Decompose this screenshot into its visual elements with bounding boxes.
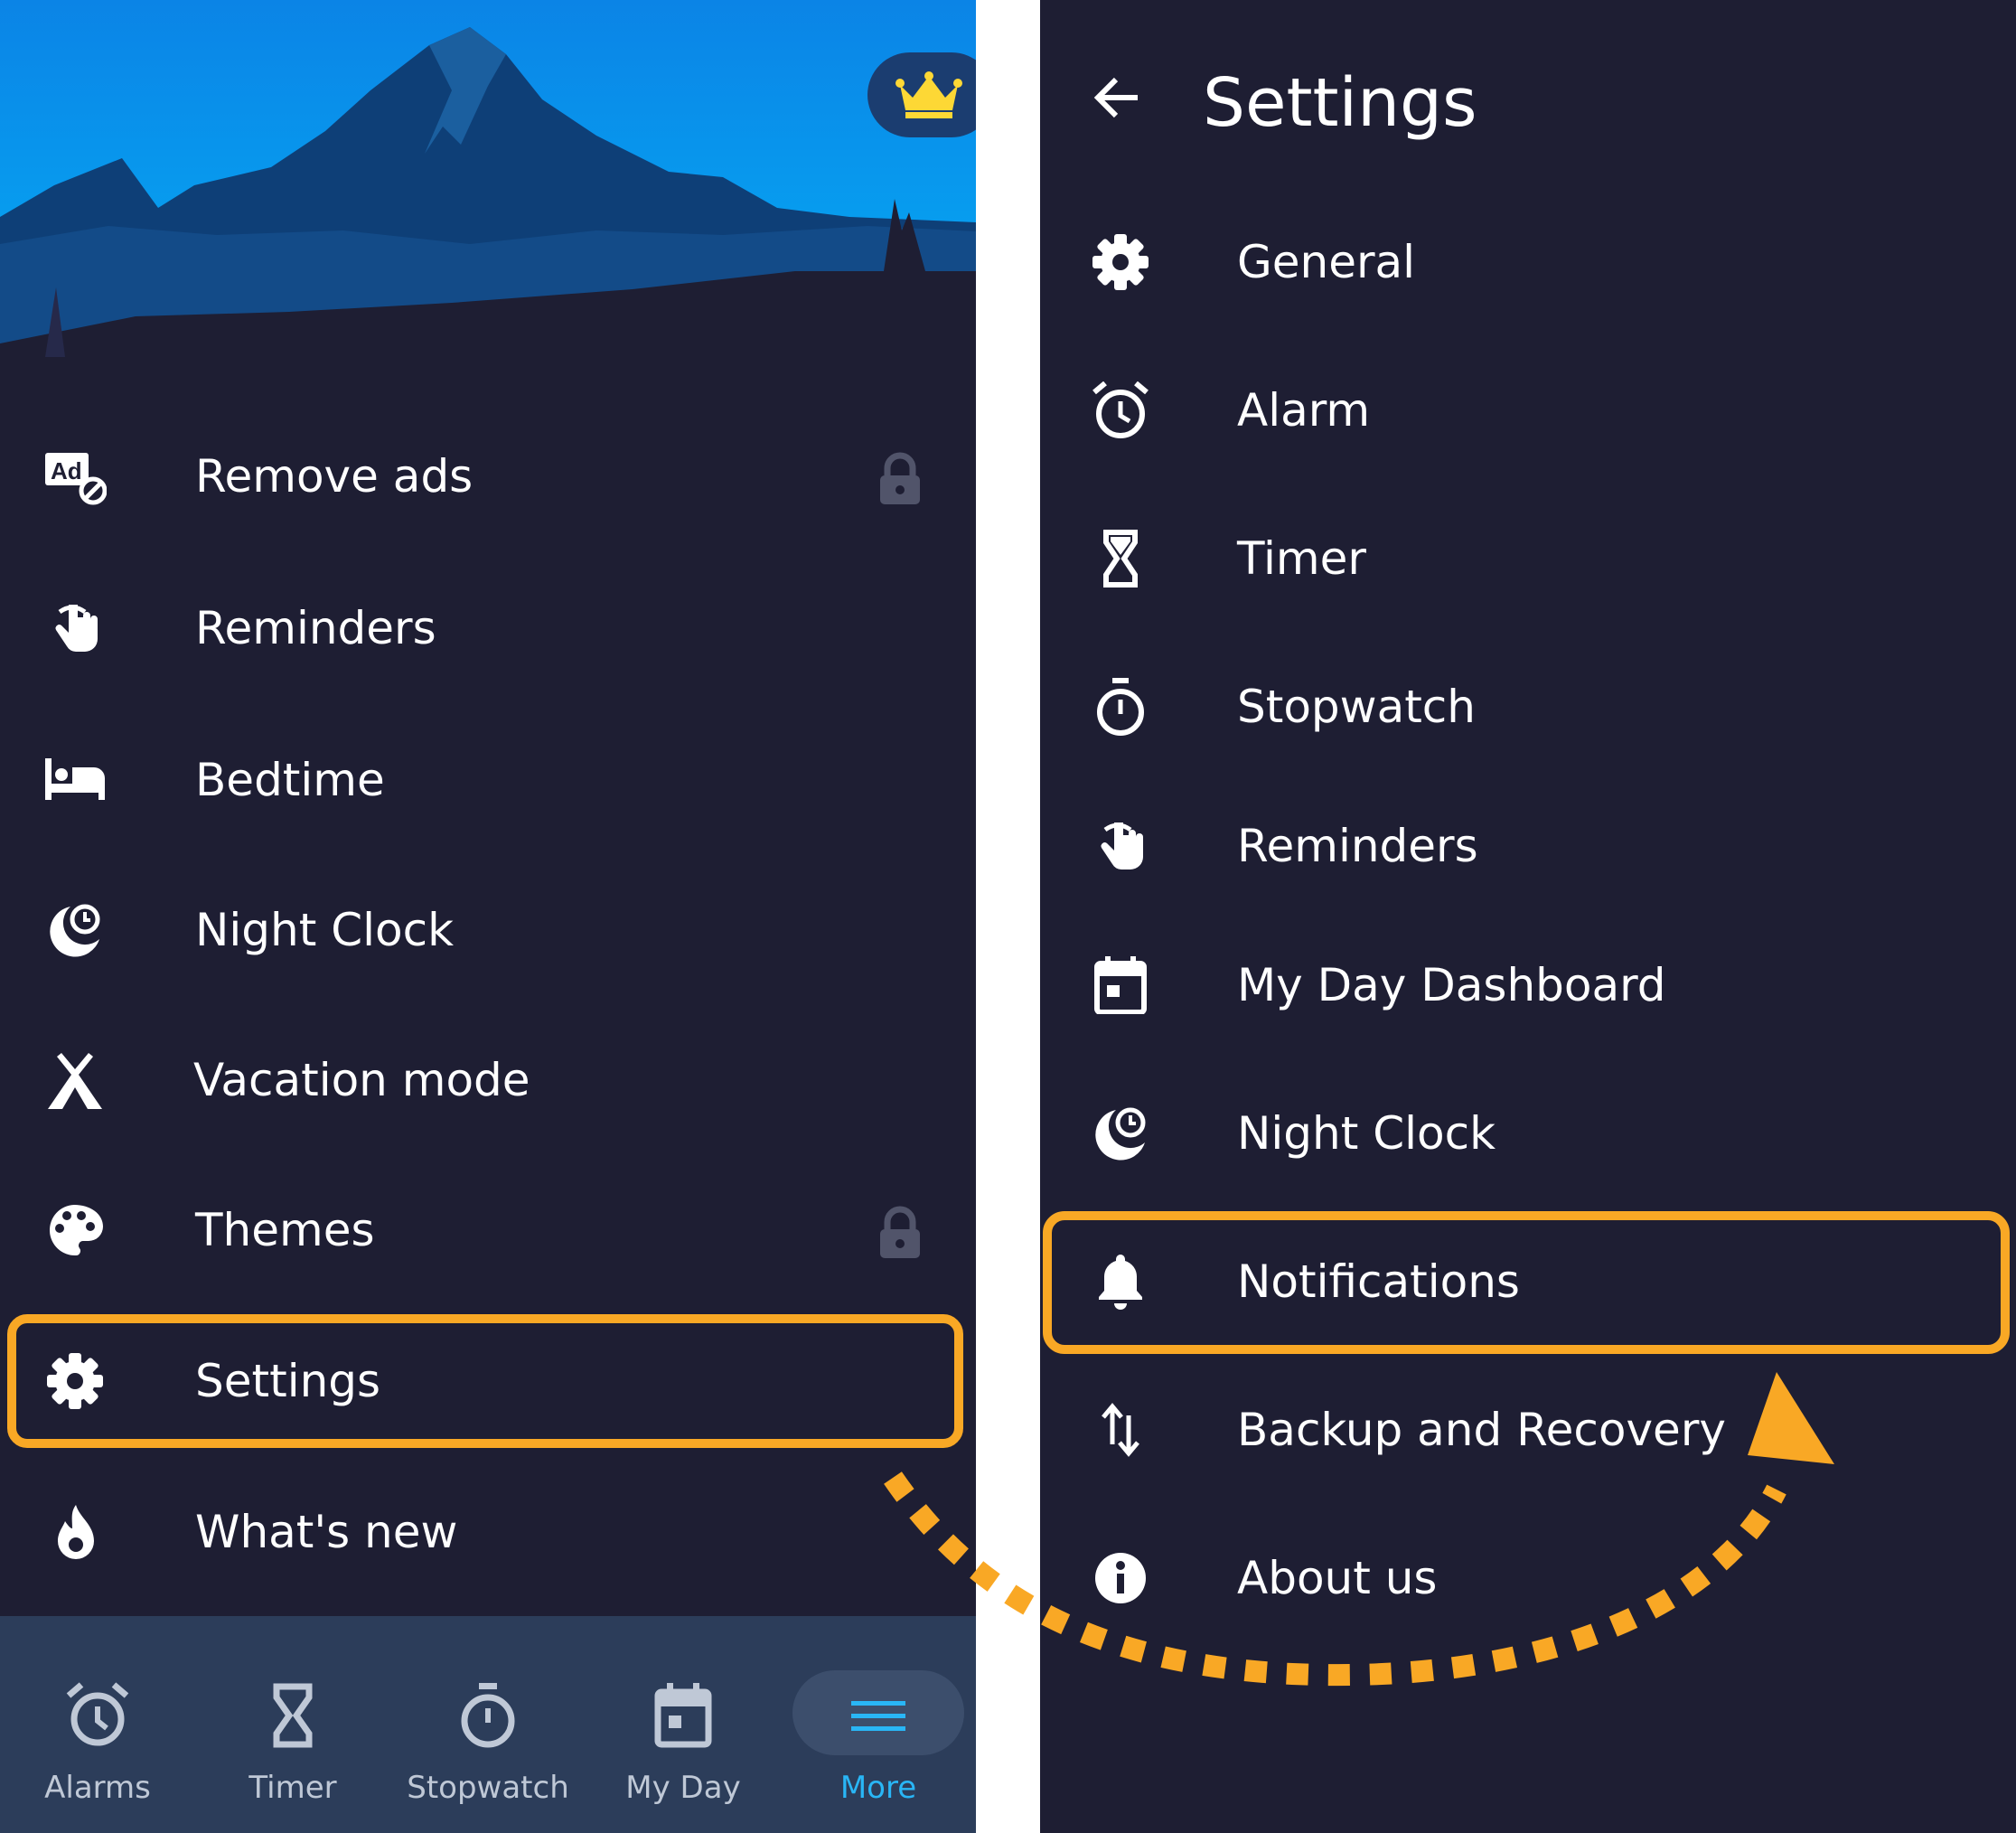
dotted-arrow-annotation xyxy=(884,1372,1834,1687)
arrow-head-icon xyxy=(1748,1372,1834,1464)
